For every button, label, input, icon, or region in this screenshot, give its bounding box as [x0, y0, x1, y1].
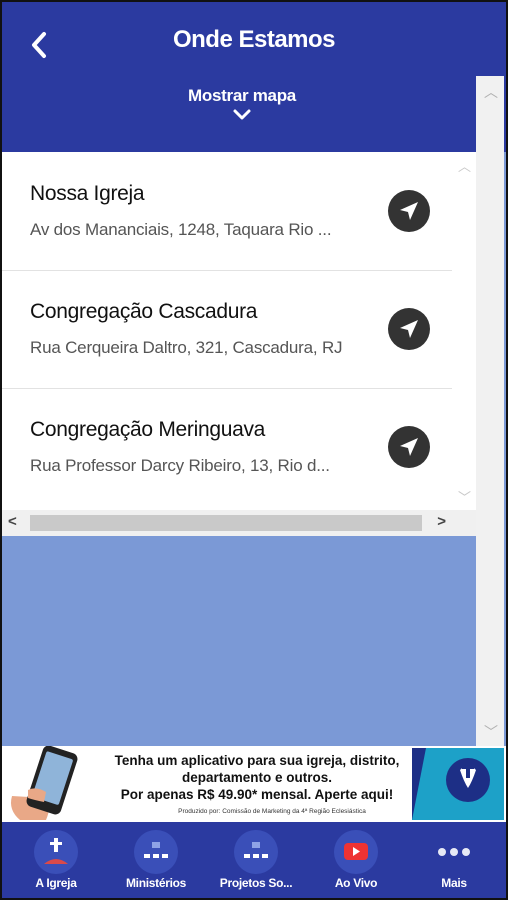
hand-phone-icon — [11, 746, 78, 820]
projects-glyph-icon — [244, 842, 268, 858]
church-logo-icon — [412, 748, 504, 820]
tab-ministerios[interactable]: Ministérios — [106, 822, 206, 898]
scroll-left-icon[interactable]: < — [8, 513, 17, 530]
page-scrollbar[interactable]: ︿ ﹀ — [476, 76, 504, 746]
header-bar: Onde Estamos Mostrar mapa — [2, 2, 506, 152]
list-item[interactable]: Nossa Igreja Av dos Mananciais, 1248, Ta… — [2, 152, 452, 271]
tab-label: Mais — [441, 876, 467, 890]
location-address: Av dos Mananciais, 1248, Taquara Rio ... — [30, 220, 332, 239]
more-icon — [432, 830, 476, 874]
scrollbar-thumb[interactable] — [30, 515, 422, 531]
navigate-button[interactable] — [388, 308, 430, 350]
ad-line-1: Tenha um aplicativo para sua igreja, dis… — [114, 753, 400, 768]
app-frame: Onde Estamos Mostrar mapa ︿ ﹀ Nossa Igre… — [0, 0, 508, 900]
tab-projetos-sociais[interactable]: Projetos So... — [206, 822, 306, 898]
chevron-down-icon — [233, 109, 251, 120]
navigate-button[interactable] — [388, 426, 430, 468]
tab-label: A Igreja — [35, 876, 77, 890]
ad-line-2: departamento e outros. — [181, 770, 333, 785]
tab-a-igreja[interactable]: A Igreja — [6, 822, 106, 898]
youtube-icon — [344, 843, 368, 860]
list-item[interactable]: Congregação Meringuava Rua Professor Dar… — [2, 388, 452, 506]
show-map-button[interactable]: Mostrar mapa — [152, 86, 332, 142]
tab-label: Ministérios — [125, 876, 187, 890]
navigation-arrow-icon — [400, 202, 418, 220]
chevron-down-icon[interactable]: ﹀ — [484, 722, 498, 742]
navigate-button[interactable] — [388, 190, 430, 232]
ad-banner[interactable]: Tenha um aplicativo para sua igreja, dis… — [2, 746, 506, 822]
ministries-glyph-icon — [144, 842, 168, 858]
ministries-icon — [134, 830, 178, 874]
location-name: Congregação Cascadura — [30, 300, 258, 323]
scroll-right-icon[interactable]: > — [437, 513, 446, 530]
navigation-arrow-icon — [400, 320, 418, 338]
bottom-tab-bar: A Igreja Ministérios Projetos So... Ao V… — [2, 822, 506, 898]
location-address: Rua Professor Darcy Ribeiro, 13, Rio d..… — [30, 456, 330, 475]
location-name: Nossa Igreja — [30, 182, 145, 205]
location-name: Congregação Meringuava — [30, 418, 266, 441]
chevron-up-icon[interactable]: ︿ — [484, 82, 498, 102]
show-map-label: Mostrar mapa — [188, 86, 296, 105]
ad-text: Tenha um aplicativo para sua igreja, dis… — [98, 752, 416, 803]
tab-label: Projetos So... — [219, 876, 293, 890]
live-icon — [334, 830, 378, 874]
location-list: Nossa Igreja Av dos Mananciais, 1248, Ta… — [2, 152, 452, 510]
church-glyph-icon — [44, 838, 68, 864]
ad-line-3: Por apenas R$ 49.90* mensal. Aperte aqui… — [120, 787, 394, 802]
location-address: Rua Cerqueira Daltro, 321, Cascadura, RJ — [30, 338, 343, 357]
church-icon — [34, 830, 78, 874]
navigation-arrow-icon — [400, 438, 418, 456]
list-vertical-scrollbar[interactable]: ︿ ﹀ — [452, 152, 476, 510]
projects-icon — [234, 830, 278, 874]
chevron-down-icon[interactable]: ﹀ — [458, 487, 471, 506]
dots-icon — [438, 848, 470, 856]
tab-ao-vivo[interactable]: Ao Vivo — [306, 822, 406, 898]
church-logo — [412, 748, 504, 820]
list-horizontal-scrollbar[interactable]: < > — [2, 510, 476, 536]
page-title: Onde Estamos — [172, 26, 336, 53]
ad-fine-print: Produzido por: Comissão de Marketing da … — [178, 808, 366, 815]
tab-label: Ao Vivo — [334, 876, 378, 890]
list-item[interactable]: Congregação Cascadura Rua Cerqueira Dalt… — [2, 270, 452, 389]
tab-mais[interactable]: Mais — [404, 822, 504, 898]
chevron-up-icon[interactable]: ︿ — [458, 156, 471, 175]
